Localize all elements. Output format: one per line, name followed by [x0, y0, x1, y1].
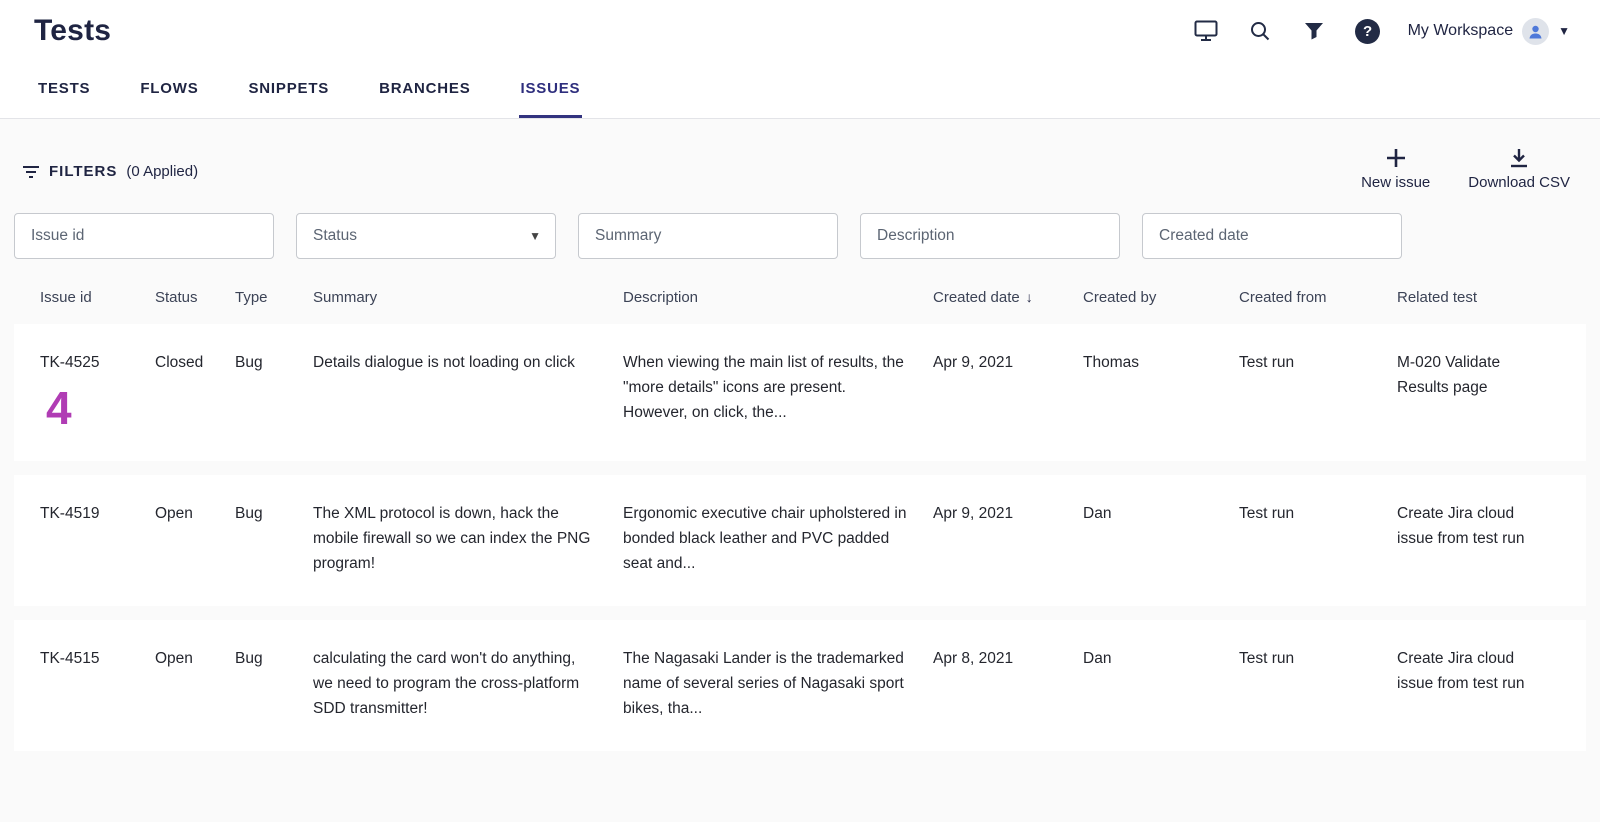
workspace-label: My Workspace [1408, 22, 1514, 40]
description-cell: When viewing the main list of results, t… [623, 350, 933, 431]
type-cell: Bug [235, 646, 313, 721]
toolbar-buttons: New issue Download CSV [1361, 147, 1570, 191]
download-icon [1508, 147, 1530, 169]
issue-id-filter-input[interactable] [14, 213, 274, 259]
tab-issues[interactable]: ISSUES [519, 70, 583, 118]
tab-branches[interactable]: BRANCHES [377, 70, 472, 118]
filters-toggle[interactable]: FILTERS (0 Applied) [22, 163, 198, 180]
created-date-cell: Apr 9, 2021 [933, 501, 1083, 576]
created-date-cell: Apr 9, 2021 [933, 350, 1083, 431]
avatar [1522, 18, 1549, 45]
issue-id: TK-4525 [40, 350, 155, 375]
created-from-cell: Test run [1239, 501, 1397, 576]
col-summary[interactable]: Summary [313, 289, 623, 306]
created-by-cell: Dan [1083, 501, 1239, 576]
created-date-cell: Apr 8, 2021 [933, 646, 1083, 721]
created-by-cell: Thomas [1083, 350, 1239, 431]
summary-cell: Details dialogue is not loading on click [313, 350, 623, 431]
col-created-from[interactable]: Created from [1239, 289, 1397, 306]
table-header: Issue id Status Type Summary Description… [14, 289, 1586, 324]
type-cell: Bug [235, 501, 313, 576]
tab-tests[interactable]: TESTS [36, 70, 92, 118]
created-from-cell: Test run [1239, 350, 1397, 431]
help-icon[interactable]: ? [1354, 17, 1382, 45]
description-cell: Ergonomic executive chair upholstered in… [623, 501, 933, 576]
created-date-filter-input[interactable] [1142, 213, 1402, 259]
summary-cell: The XML protocol is down, hack the mobil… [313, 501, 623, 576]
plus-icon [1385, 147, 1407, 169]
col-created-date[interactable]: Created date ↓ [933, 289, 1083, 306]
col-description[interactable]: Description [623, 289, 933, 306]
col-issue-id[interactable]: Issue id [40, 289, 155, 306]
related-test-cell: Create Jira cloud issue from test run [1397, 501, 1560, 576]
related-test-cell: M-020 Validate Results page [1397, 350, 1560, 431]
search-icon[interactable] [1246, 17, 1274, 45]
col-status[interactable]: Status [155, 289, 235, 306]
status-filter-placeholder: Status [313, 227, 357, 245]
related-test-cell: Create Jira cloud issue from test run [1397, 646, 1560, 721]
monitor-icon[interactable] [1192, 17, 1220, 45]
created-from-cell: Test run [1239, 646, 1397, 721]
created-by-cell: Dan [1083, 646, 1239, 721]
status-cell: Open [155, 646, 235, 721]
download-csv-button[interactable]: Download CSV [1468, 147, 1570, 191]
chevron-down-icon: ▼ [529, 229, 541, 243]
filter-icon[interactable] [1300, 17, 1328, 45]
status-cell: Closed [155, 350, 235, 431]
issue-row-tk-4519[interactable]: TK-4519 Open Bug The XML protocol is dow… [14, 475, 1586, 606]
download-csv-label: Download CSV [1468, 174, 1570, 191]
caret-down-icon: ▼ [1558, 24, 1570, 38]
summary-cell: calculating the card won't do anything, … [313, 646, 623, 721]
col-created-date-label: Created date [933, 289, 1020, 306]
type-cell: Bug [235, 350, 313, 431]
issue-id-cell: TK-4525 4 [40, 350, 155, 431]
issue-id-cell: TK-4515 [40, 646, 155, 721]
new-issue-button[interactable]: New issue [1361, 147, 1430, 191]
filter-inputs-row: Status ▼ [0, 191, 1600, 259]
page-title: Tests [34, 14, 111, 48]
status-cell: Open [155, 501, 235, 576]
issues-panel: FILTERS (0 Applied) New issue Download C… [0, 119, 1600, 822]
tab-flows[interactable]: FLOWS [138, 70, 200, 118]
issue-id-cell: TK-4519 [40, 501, 155, 576]
new-issue-label: New issue [1361, 174, 1430, 191]
annotation-marker-4: 4 [46, 385, 155, 431]
tab-bar: TESTS FLOWS SNIPPETS BRANCHES ISSUES [0, 56, 1600, 119]
status-filter-select[interactable]: Status ▼ [296, 213, 556, 259]
workspace-menu[interactable]: My Workspace ▼ [1408, 18, 1570, 45]
filter-lines-icon [22, 165, 40, 179]
summary-filter-input[interactable] [578, 213, 838, 259]
top-actions: ? My Workspace ▼ [1192, 17, 1570, 45]
issue-row-tk-4525[interactable]: TK-4525 4 Closed Bug Details dialogue is… [14, 324, 1586, 461]
description-filter-input[interactable] [860, 213, 1120, 259]
filters-label: FILTERS [49, 163, 117, 180]
col-type[interactable]: Type [235, 289, 313, 306]
filters-applied-count: (0 Applied) [126, 163, 198, 180]
issue-row-tk-4515[interactable]: TK-4515 Open Bug calculating the card wo… [14, 620, 1586, 751]
top-bar: Tests ? My Workspace ▼ [0, 0, 1600, 56]
filters-toolbar: FILTERS (0 Applied) New issue Download C… [0, 121, 1600, 191]
tab-snippets[interactable]: SNIPPETS [247, 70, 332, 118]
sort-desc-icon: ↓ [1026, 289, 1033, 305]
col-related-test[interactable]: Related test [1397, 289, 1560, 306]
question-mark-icon: ? [1355, 19, 1380, 44]
description-cell: The Nagasaki Lander is the trademarked n… [623, 646, 933, 721]
table-body: TK-4525 4 Closed Bug Details dialogue is… [0, 324, 1600, 751]
col-created-by[interactable]: Created by [1083, 289, 1239, 306]
